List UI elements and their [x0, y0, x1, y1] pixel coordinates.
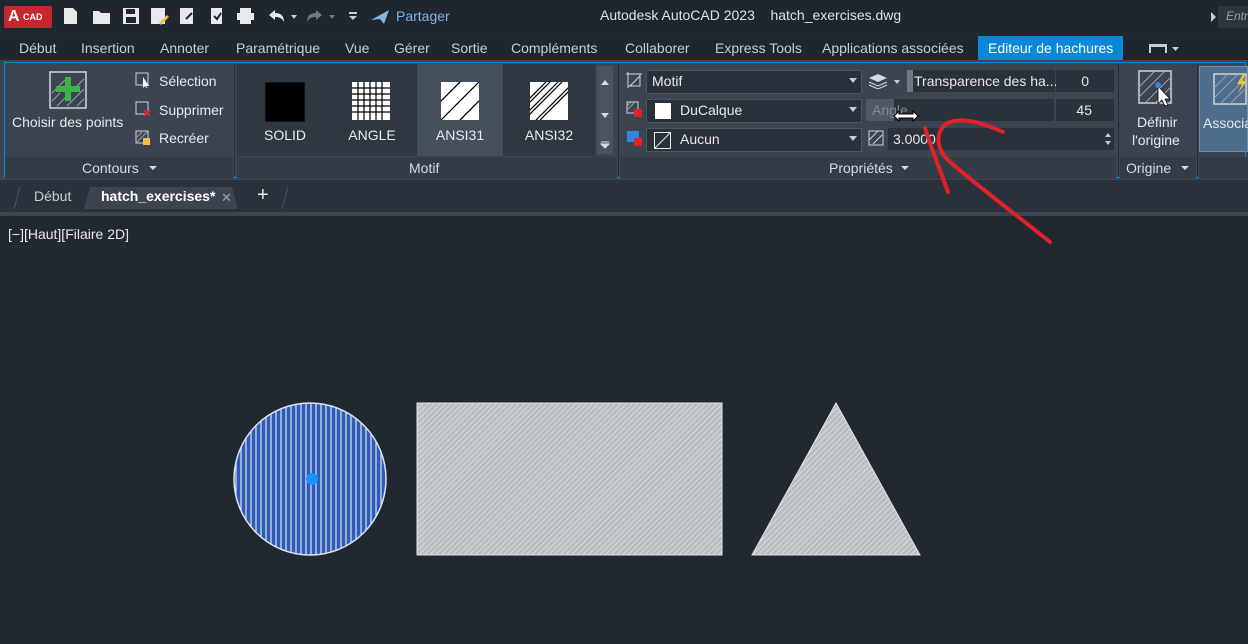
- annotation-arrow: [923, 118, 1052, 244]
